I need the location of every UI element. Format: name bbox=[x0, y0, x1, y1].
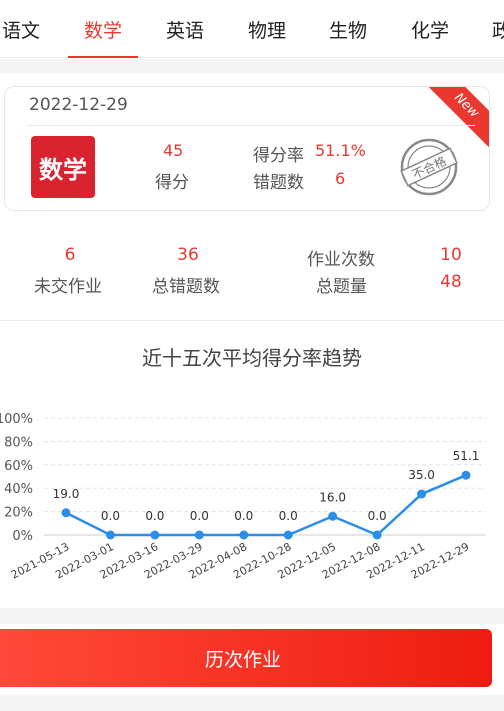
fail-stamp-icon: 不合格 bbox=[400, 138, 458, 196]
homework-count-label: 作业次数 bbox=[307, 250, 375, 270]
total-wrong-value: 36 bbox=[177, 245, 199, 265]
wrong-count-value: 6 bbox=[335, 169, 346, 188]
score-rate-trend-chart: 0%20%40%60%80%100%19.02021-05-130.02022-… bbox=[0, 412, 486, 582]
data-label: 0.0 bbox=[234, 509, 253, 523]
series-line bbox=[65, 474, 467, 537]
data-label: 0.0 bbox=[190, 509, 209, 523]
tab-chemistry[interactable]: 化学 bbox=[411, 16, 449, 43]
data-label: 0.0 bbox=[145, 509, 164, 523]
rate-label: 得分率 bbox=[253, 146, 304, 166]
data-point bbox=[461, 470, 471, 480]
section-spacer bbox=[0, 59, 504, 73]
section-divider bbox=[0, 320, 504, 321]
chart-title: 近十五次平均得分率趋势 bbox=[142, 346, 362, 370]
card-divider bbox=[27, 125, 475, 126]
y-tick-label: 80% bbox=[4, 435, 33, 450]
section-spacer bbox=[0, 608, 504, 624]
total-questions-label: 总题量 bbox=[316, 277, 367, 297]
tab-english[interactable]: 英语 bbox=[166, 16, 204, 43]
data-label: 0.0 bbox=[279, 509, 298, 523]
tab-chinese[interactable]: 语文 bbox=[2, 16, 40, 43]
subject-tabs: 语文 数学 英语 物理 生物 化学 政 bbox=[0, 0, 504, 58]
y-tick-label: 60% bbox=[4, 459, 33, 474]
subject-tile: 数学 bbox=[31, 136, 95, 198]
data-point bbox=[417, 489, 427, 499]
data-point bbox=[283, 530, 293, 540]
data-point bbox=[372, 530, 382, 540]
score-value: 45 bbox=[163, 141, 184, 160]
y-tick-label: 20% bbox=[4, 506, 33, 521]
data-label: 35.0 bbox=[408, 468, 435, 482]
data-point bbox=[239, 530, 249, 540]
y-tick-label: 100% bbox=[0, 412, 33, 427]
data-point bbox=[105, 530, 115, 540]
tab-math[interactable]: 数学 bbox=[84, 16, 122, 43]
tab-biology[interactable]: 生物 bbox=[329, 16, 367, 43]
data-point bbox=[150, 530, 160, 540]
homework-date: 2022-12-29 bbox=[29, 95, 128, 115]
data-label: 0.0 bbox=[101, 509, 120, 523]
data-point bbox=[194, 530, 204, 540]
rate-value: 51.1% bbox=[315, 141, 366, 160]
tab-politics[interactable]: 政 bbox=[492, 16, 504, 43]
y-tick-label: 40% bbox=[4, 482, 33, 497]
data-point bbox=[61, 508, 71, 518]
data-label: 16.0 bbox=[319, 490, 346, 504]
unsubmitted-label: 未交作业 bbox=[34, 277, 102, 297]
homework-count-value: 10 bbox=[440, 245, 462, 265]
history-homework-button[interactable]: 历次作业 bbox=[0, 629, 492, 687]
data-label: 0.0 bbox=[368, 509, 387, 523]
data-point bbox=[328, 511, 338, 521]
tab-physics[interactable]: 物理 bbox=[248, 16, 286, 43]
data-label: 51.1 bbox=[453, 449, 480, 463]
unsubmitted-value: 6 bbox=[64, 245, 76, 265]
score-label: 得分 bbox=[155, 173, 189, 193]
active-tab-indicator bbox=[68, 56, 138, 58]
data-label: 19.0 bbox=[53, 487, 80, 501]
wrong-count-label: 错题数 bbox=[253, 173, 304, 193]
bottom-spacer bbox=[0, 695, 504, 711]
total-wrong-label: 总错题数 bbox=[152, 277, 220, 297]
y-tick-label: 0% bbox=[12, 529, 33, 544]
latest-homework-card[interactable]: 2022-12-29 New 数学 45 得分 得分率 51.1% 错题数 6 … bbox=[4, 86, 490, 211]
total-questions-value: 48 bbox=[440, 272, 462, 292]
